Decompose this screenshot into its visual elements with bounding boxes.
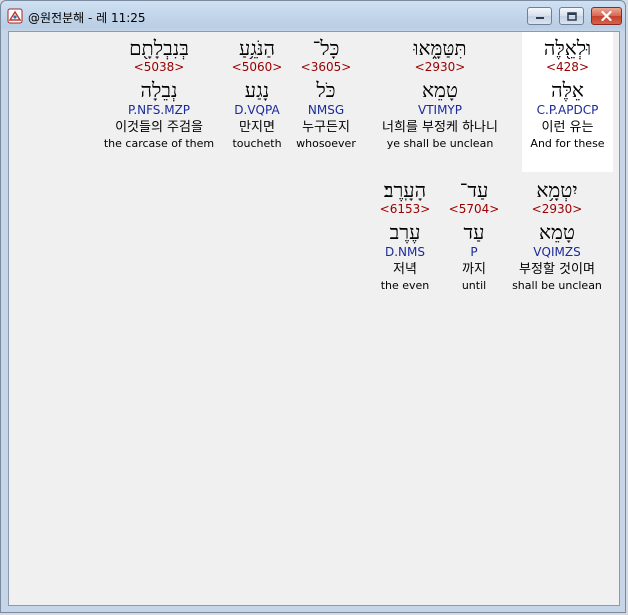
main-window: @원전분해 - 레 11:25 וּלְאֵ֖לֶּה <428> אֵלֶּה… (0, 0, 626, 613)
maximize-icon (566, 11, 577, 21)
strong-number[interactable]: <5704> (445, 202, 503, 216)
minimize-icon (535, 17, 544, 19)
strong-number[interactable]: <5060> (225, 60, 289, 74)
english-gloss: until (461, 279, 487, 292)
english-gloss: And for these (530, 137, 605, 150)
title-bar[interactable]: @원전분해 - 레 11:25 (1, 1, 625, 31)
parse-code: D.VQPA (234, 103, 280, 117)
strong-number[interactable]: <3605> (291, 60, 361, 74)
korean-gloss: 이것들의 주검을 (115, 120, 203, 135)
korean-gloss: 부정할 것이며 (519, 262, 595, 277)
hebrew-word: עַד־ (459, 178, 489, 202)
parse-code: D.NMS (384, 245, 425, 259)
hebrew-word: כָּל־ (312, 36, 340, 60)
korean-gloss: 만지면 (239, 120, 275, 135)
maximize-button[interactable] (559, 7, 584, 25)
hebrew-lemma: כֹּל (316, 78, 336, 102)
hebrew-word: בְּנִבְלָתָ֖ם (129, 36, 189, 60)
word-block[interactable]: בְּנִבְלָתָ֖ם <5038> נְבֵלָה P.NFS.MZP 이… (99, 32, 219, 172)
strong-number[interactable]: <2930> (365, 60, 515, 74)
hebrew-lemma: טָמֵא (539, 220, 575, 244)
strong-number[interactable]: <5038> (99, 60, 219, 74)
korean-gloss: 누구든지 (302, 120, 350, 135)
word-block[interactable]: כָּל־ <3605> כֹּל NMSG 누구든지 whosoever (291, 32, 361, 172)
parse-code: NMSG (307, 103, 345, 117)
hebrew-lemma: עַד (463, 220, 485, 244)
hebrew-word: תִּטַּמָּ֑אוּ (413, 36, 467, 60)
parse-code: C.P.APDCP (536, 103, 599, 117)
window-title: @원전분해 - 레 11:25 (28, 11, 146, 25)
strong-number[interactable]: <428> (522, 60, 613, 74)
english-gloss: toucheth (232, 137, 282, 150)
hebrew-word: יִטְמָ֥א (536, 178, 578, 202)
english-gloss: the carcase of them (103, 137, 215, 150)
interlinear-view: וּלְאֵ֖לֶּה <428> אֵלֶּה C.P.APDCP 이런 유는… (8, 31, 620, 606)
hebrew-lemma: נָגַע (244, 78, 270, 102)
word-block[interactable]: עַד־ <5704> עַד P 까지 until (445, 174, 503, 314)
english-gloss: the even (380, 279, 430, 292)
close-button[interactable] (591, 7, 622, 25)
hebrew-lemma: אֵלֶּה (551, 78, 584, 102)
korean-gloss: 너희를 부정케 하나니 (382, 120, 498, 135)
app-icon[interactable] (7, 8, 23, 24)
korean-gloss: 이런 유는 (541, 120, 594, 135)
parse-code: P (470, 245, 478, 259)
parse-code: VQIMZS (533, 245, 581, 259)
hebrew-word: וּלְאֵ֖לֶּה (543, 36, 592, 60)
english-gloss: whosoever (296, 137, 356, 150)
korean-gloss: 까지 (462, 262, 486, 277)
word-block[interactable]: יִטְמָ֥א <2930> טָמֵא VQIMZS 부정할 것이며 sha… (505, 174, 609, 314)
english-gloss: shall be unclean (512, 279, 602, 292)
close-icon (601, 11, 612, 21)
minimize-button[interactable] (527, 7, 552, 25)
english-gloss: ye shall be unclean (386, 137, 494, 150)
hebrew-word: הָעָֽרֶב׃ (383, 178, 427, 202)
word-block[interactable]: תִּטַּמָּ֑אוּ <2930> טָמֵא VTIMYP 너희를 부정… (365, 32, 515, 172)
hebrew-lemma: נְבֵלָה (140, 78, 178, 102)
hebrew-word: הַנֹּגֵ֥עַ (239, 36, 275, 60)
parse-code: VTIMYP (418, 103, 462, 117)
parse-code: P.NFS.MZP (127, 103, 191, 117)
word-block[interactable]: וּלְאֵ֖לֶּה <428> אֵלֶּה C.P.APDCP 이런 유는… (522, 32, 613, 172)
strong-number[interactable]: <2930> (505, 202, 609, 216)
word-block[interactable]: הָעָֽרֶב׃ <6153> עֶרֶב D.NMS 저녁 the even (369, 174, 441, 314)
word-block[interactable]: הַנֹּגֵ֥עַ <5060> נָגַע D.VQPA 만지면 touch… (225, 32, 289, 172)
hebrew-lemma: טָמֵא (422, 78, 458, 102)
korean-gloss: 저녁 (393, 262, 417, 277)
strong-number[interactable]: <6153> (369, 202, 441, 216)
hebrew-lemma: עֶרֶב (389, 220, 421, 244)
